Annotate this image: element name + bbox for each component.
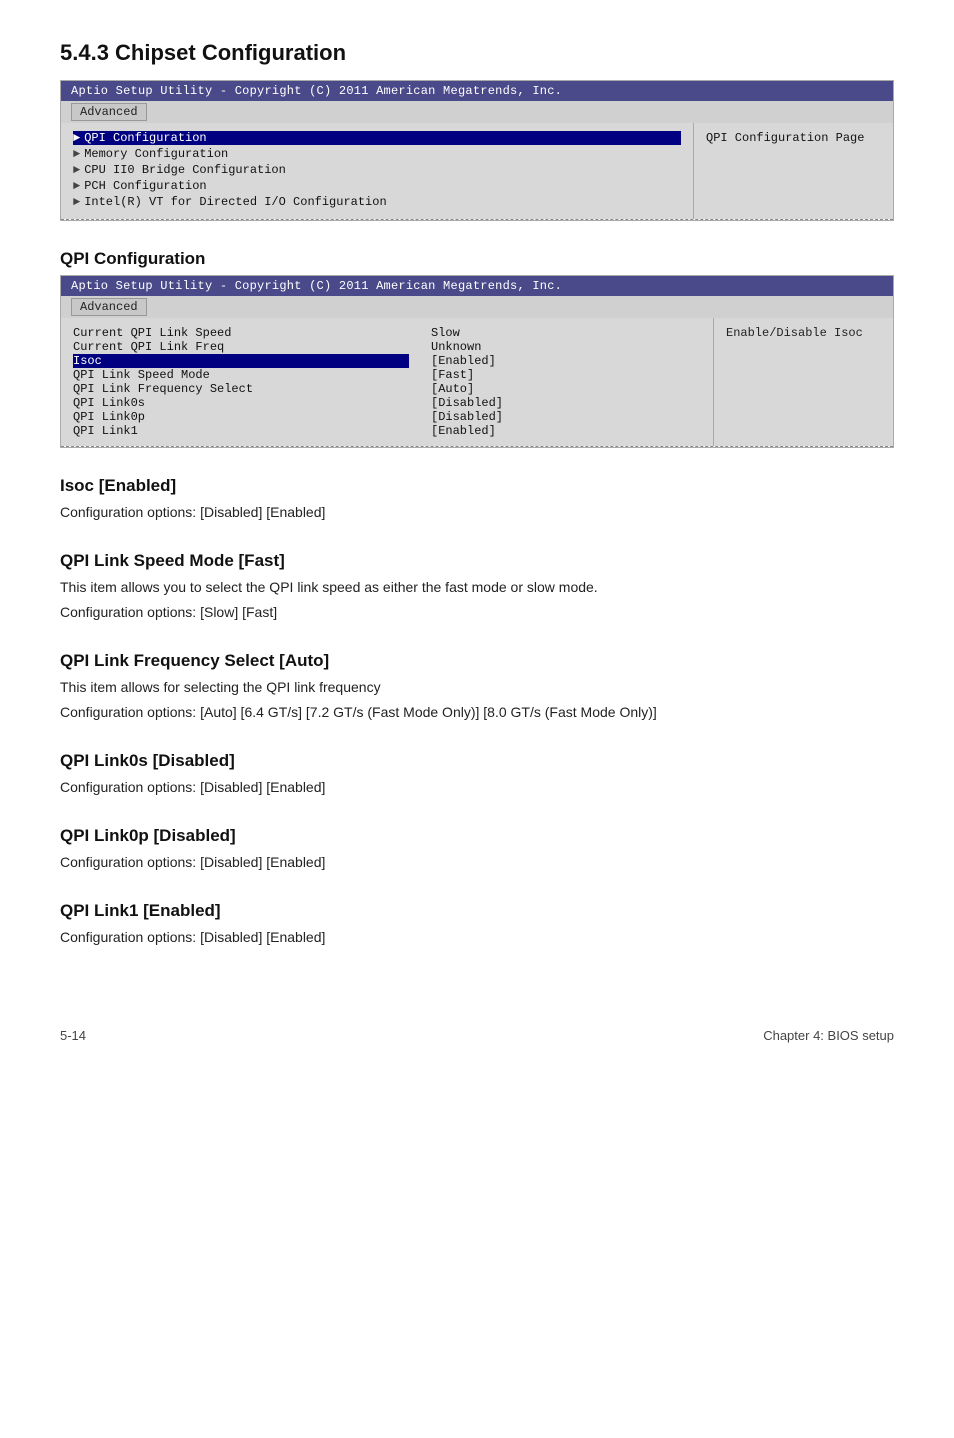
bios-arrow-icon: ►	[73, 163, 80, 177]
qpi-row-value: [Disabled]	[431, 410, 707, 424]
chipset-menu-label: QPI Configuration	[84, 131, 206, 145]
qpi-link0s-title: QPI Link0s [Disabled]	[60, 751, 894, 771]
qpi-link-freq-desc2: Configuration options: [Auto] [6.4 GT/s]…	[60, 702, 894, 723]
qpi-link-speed-desc2: Configuration options: [Slow] [Fast]	[60, 602, 894, 623]
chipset-menu-label: CPU II0 Bridge Configuration	[84, 163, 286, 177]
bios-arrow-icon: ►	[73, 131, 80, 145]
qpi-row-label: QPI Link Speed Mode	[73, 368, 409, 382]
isoc-title: Isoc [Enabled]	[60, 476, 894, 496]
qpi-link1-description: Configuration options: [Disabled] [Enabl…	[60, 927, 894, 948]
page-number: 5-14	[60, 1028, 86, 1043]
qpi-config-title: QPI Configuration	[60, 249, 894, 269]
qpi-link-freq-desc1: This item allows for selecting the QPI l…	[60, 677, 894, 698]
qpi-row-label: Current QPI Link Speed	[73, 326, 409, 340]
qpi-link0s-description: Configuration options: [Disabled] [Enabl…	[60, 777, 894, 798]
bios-arrow-icon: ►	[73, 179, 80, 193]
chipset-menu-right: QPI Configuration Page	[693, 123, 893, 219]
chipset-menu-item[interactable]: ► QPI Configuration	[73, 131, 681, 145]
chipset-advanced-tab[interactable]: Advanced	[71, 103, 147, 121]
qpi-row-value: [Fast]	[431, 368, 707, 382]
qpi-row-label: QPI Link0p	[73, 410, 409, 424]
qpi-row-value: [Enabled]	[431, 354, 707, 368]
qpi-row-value: [Enabled]	[431, 424, 707, 438]
isoc-description: Configuration options: [Disabled] [Enabl…	[60, 502, 894, 523]
qpi-link0p-block: QPI Link0p [Disabled] Configuration opti…	[60, 826, 894, 873]
qpi-link-freq-title: QPI Link Frequency Select [Auto]	[60, 651, 894, 671]
qpi-col-mid: SlowUnknown[Enabled][Fast][Auto][Disable…	[421, 318, 713, 446]
qpi-link0p-description: Configuration options: [Disabled] [Enabl…	[60, 852, 894, 873]
qpi-link1-title: QPI Link1 [Enabled]	[60, 901, 894, 921]
qpi-bios-box: Aptio Setup Utility - Copyright (C) 2011…	[60, 275, 894, 448]
chipset-menu-item[interactable]: ► Memory Configuration	[73, 147, 681, 161]
qpi-row-value: [Auto]	[431, 382, 707, 396]
chipset-tab-row: Advanced	[61, 101, 893, 123]
chipset-menu-item[interactable]: ► CPU II0 Bridge Configuration	[73, 163, 681, 177]
qpi-bios-body: Current QPI Link SpeedCurrent QPI Link F…	[61, 318, 893, 446]
chipset-menu-label: Memory Configuration	[84, 147, 228, 161]
chipset-menu-label: Intel(R) VT for Directed I/O Configurati…	[84, 195, 386, 209]
chipset-menu-item[interactable]: ► Intel(R) VT for Directed I/O Configurat…	[73, 195, 681, 209]
qpi-col-right: Enable/Disable Isoc	[713, 318, 893, 446]
chapter-label: Chapter 4: BIOS setup	[763, 1028, 894, 1043]
chipset-menu-item[interactable]: ► PCH Configuration	[73, 179, 681, 193]
qpi-row-label: Current QPI Link Freq	[73, 340, 409, 354]
bios-arrow-icon: ►	[73, 147, 80, 161]
footer: 5-14 Chapter 4: BIOS setup	[60, 968, 894, 1043]
qpi-row-value: [Disabled]	[431, 396, 707, 410]
qpi-row-value: Unknown	[431, 340, 707, 354]
chipset-bios-box: Aptio Setup Utility - Copyright (C) 2011…	[60, 80, 894, 221]
qpi-link-speed-title: QPI Link Speed Mode [Fast]	[60, 551, 894, 571]
qpi-tab-row: Advanced	[61, 296, 893, 318]
chipset-bios-body: ►QPI Configuration►Memory Configuration►…	[61, 123, 893, 219]
qpi-row-value: Slow	[431, 326, 707, 340]
qpi-advanced-tab[interactable]: Advanced	[71, 298, 147, 316]
qpi-link0s-block: QPI Link0s [Disabled] Configuration opti…	[60, 751, 894, 798]
page-title: 5.4.3 Chipset Configuration	[60, 40, 894, 66]
qpi-link-speed-desc1: This item allows you to select the QPI l…	[60, 577, 894, 598]
qpi-bios-header: Aptio Setup Utility - Copyright (C) 2011…	[61, 276, 893, 296]
isoc-block: Isoc [Enabled] Configuration options: [D…	[60, 476, 894, 523]
qpi-link-speed-block: QPI Link Speed Mode [Fast] This item all…	[60, 551, 894, 623]
qpi-col-left: Current QPI Link SpeedCurrent QPI Link F…	[61, 318, 421, 446]
chipset-menu-label: PCH Configuration	[84, 179, 206, 193]
chipset-bios-header: Aptio Setup Utility - Copyright (C) 2011…	[61, 81, 893, 101]
qpi-row-label[interactable]: Isoc	[73, 354, 409, 368]
chipset-menu-left: ►QPI Configuration►Memory Configuration►…	[61, 123, 693, 219]
bios-arrow-icon: ►	[73, 195, 80, 209]
qpi-link1-block: QPI Link1 [Enabled] Configuration option…	[60, 901, 894, 948]
qpi-row-label: QPI Link0s	[73, 396, 409, 410]
qpi-link0p-title: QPI Link0p [Disabled]	[60, 826, 894, 846]
qpi-link-freq-block: QPI Link Frequency Select [Auto] This it…	[60, 651, 894, 723]
qpi-row-label: QPI Link Frequency Select	[73, 382, 409, 396]
qpi-row-label: QPI Link1	[73, 424, 409, 438]
